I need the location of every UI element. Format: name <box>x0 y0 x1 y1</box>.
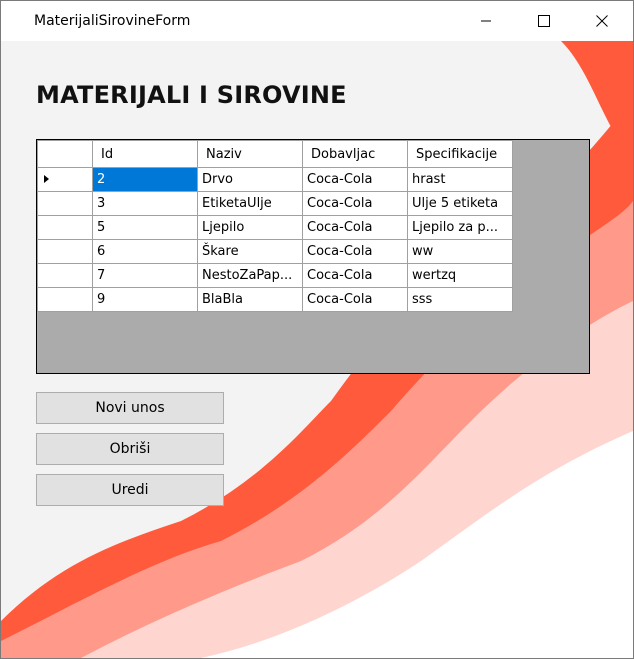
materials-table: Id Naziv Dobavljac Specifikacije 2 Drvo … <box>37 140 513 312</box>
cell-dobavljac[interactable]: Coca-Cola <box>302 167 408 192</box>
row-header[interactable] <box>37 215 93 240</box>
table-row[interactable]: 9 BlaBla Coca-Cola sss <box>37 287 513 312</box>
cell-dobavljac[interactable]: Coca-Cola <box>302 215 408 240</box>
minimize-button[interactable] <box>457 1 515 41</box>
window-title: MaterijaliSirovineForm <box>34 13 191 29</box>
cell-specifikacije[interactable]: sss <box>407 287 513 312</box>
cell-id[interactable]: 7 <box>92 263 198 288</box>
cell-specifikacije[interactable]: wertzq <box>407 263 513 288</box>
cell-naziv[interactable]: Drvo <box>197 167 303 192</box>
row-header[interactable] <box>37 167 93 192</box>
cell-id[interactable]: 3 <box>92 191 198 216</box>
table-header-row: Id Naziv Dobavljac Specifikacije <box>37 140 513 168</box>
cell-id[interactable]: 5 <box>92 215 198 240</box>
cell-specifikacije[interactable]: hrast <box>407 167 513 192</box>
cell-specifikacije[interactable]: Ulje 5 etiketa <box>407 191 513 216</box>
new-entry-button[interactable]: Novi unos <box>36 392 224 424</box>
close-icon <box>596 15 608 27</box>
cell-naziv[interactable]: EtiketaUlje <box>197 191 303 216</box>
cell-specifikacije[interactable]: ww <box>407 239 513 264</box>
table-row[interactable]: 2 Drvo Coca-Cola hrast <box>37 167 513 192</box>
cell-dobavljac[interactable]: Coca-Cola <box>302 263 408 288</box>
title-bar[interactable]: MaterijaliSirovineForm <box>1 1 633 41</box>
maximize-button[interactable] <box>515 1 573 41</box>
table-row[interactable]: 6 Škare Coca-Cola ww <box>37 239 513 264</box>
cell-naziv[interactable]: NestoZaPap... <box>197 263 303 288</box>
table-row[interactable]: 3 EtiketaUlje Coca-Cola Ulje 5 etiketa <box>37 191 513 216</box>
row-header[interactable] <box>37 263 93 288</box>
column-header-id[interactable]: Id <box>92 140 198 168</box>
page-title: MATERIJALI I SIROVINE <box>36 81 347 109</box>
cell-naziv[interactable]: Ljepilo <box>197 215 303 240</box>
cell-naziv[interactable]: Škare <box>197 239 303 264</box>
cell-dobavljac[interactable]: Coca-Cola <box>302 239 408 264</box>
cell-id[interactable]: 9 <box>92 287 198 312</box>
row-header-corner <box>37 140 93 168</box>
table-row[interactable]: 7 NestoZaPap... Coca-Cola wertzq <box>37 263 513 288</box>
row-header[interactable] <box>37 287 93 312</box>
current-row-arrow-icon <box>44 175 49 183</box>
cell-id[interactable]: 6 <box>92 239 198 264</box>
main-window: MaterijaliSirovineForm MATERIJALI I SIRO… <box>0 0 634 659</box>
column-header-dobavljac[interactable]: Dobavljac <box>302 140 408 168</box>
cell-dobavljac[interactable]: Coca-Cola <box>302 287 408 312</box>
column-header-naziv[interactable]: Naziv <box>197 140 303 168</box>
cell-naziv[interactable]: BlaBla <box>197 287 303 312</box>
cell-dobavljac[interactable]: Coca-Cola <box>302 191 408 216</box>
delete-button[interactable]: Obriši <box>36 433 224 465</box>
edit-button[interactable]: Uredi <box>36 474 224 506</box>
close-button[interactable] <box>573 1 631 41</box>
maximize-icon <box>538 15 550 27</box>
row-header[interactable] <box>37 191 93 216</box>
cell-specifikacije[interactable]: Ljepilo za p... <box>407 215 513 240</box>
row-header[interactable] <box>37 239 93 264</box>
minimize-icon <box>481 20 491 22</box>
materials-grid[interactable]: Id Naziv Dobavljac Specifikacije 2 Drvo … <box>36 139 590 374</box>
table-row[interactable]: 5 Ljepilo Coca-Cola Ljepilo za p... <box>37 215 513 240</box>
cell-id[interactable]: 2 <box>92 167 198 192</box>
column-header-specifikacije[interactable]: Specifikacije <box>407 140 513 168</box>
